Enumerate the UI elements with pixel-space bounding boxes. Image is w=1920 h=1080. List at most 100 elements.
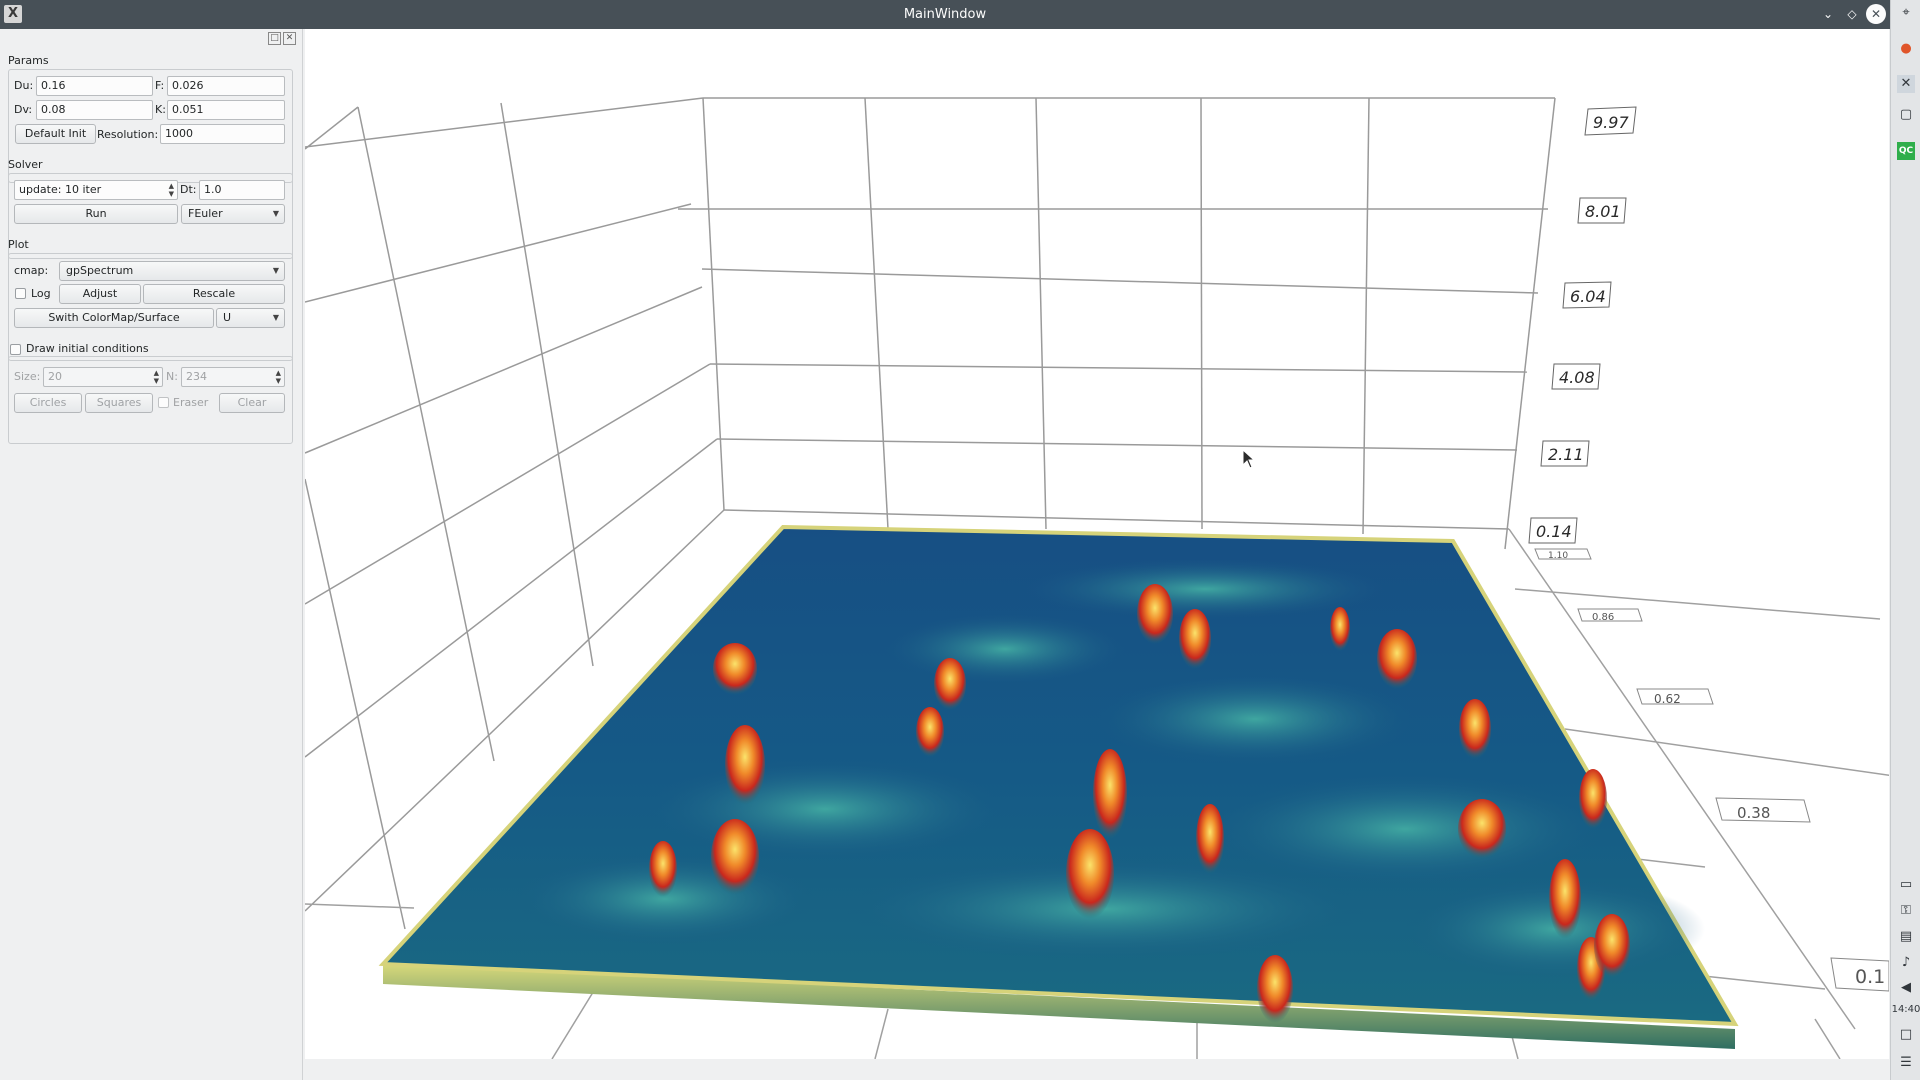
cmap-value: gpSpectrum (66, 264, 134, 277)
desktop-icon[interactable]: □ (1897, 1026, 1915, 1044)
cmap-label: cmap: (14, 264, 49, 277)
title-bar: X MainWindow ⌄ ◇ ✕ (0, 0, 1890, 29)
cmap-select[interactable]: gpSpectrum ▼ (59, 261, 285, 281)
window-title: MainWindow (903, 7, 987, 22)
dt-label: Dt: (180, 183, 197, 196)
adjust-button[interactable]: Adjust (59, 284, 141, 304)
du-input[interactable]: 0.16 (36, 76, 153, 96)
chevron-down-icon: ▼ (272, 209, 279, 218)
run-button[interactable]: Run (14, 204, 178, 224)
window-icon[interactable]: ▢ (1897, 106, 1915, 124)
diamond-icon: ◇ (1847, 7, 1857, 21)
solver-title: Solver (8, 158, 43, 171)
n-spinbox[interactable]: 234 ▲ ▼ (181, 367, 285, 387)
lock-icon[interactable]: ⚿ (1897, 902, 1915, 920)
dv-input[interactable]: 0.08 (36, 100, 153, 120)
z-tick-5: 0.14 (1528, 517, 1578, 544)
z-tick-1: 8.01 (1577, 197, 1627, 224)
display-icon[interactable]: ▭ (1897, 876, 1915, 894)
arrow-left-icon[interactable]: ◀ (1897, 979, 1915, 997)
size-label: Size: (14, 370, 41, 383)
firefox-icon[interactable]: ● (1897, 40, 1915, 58)
dock-float-button[interactable]: □ (268, 32, 281, 45)
maximize-button[interactable]: ◇ (1842, 4, 1862, 24)
k-label: K: (155, 103, 166, 116)
draw-initial-checkbox[interactable] (10, 344, 21, 355)
z-tick-0: 9.97 (1584, 106, 1637, 136)
y-tick-label: 0.1 (1855, 966, 1885, 988)
close-button[interactable]: ✕ (1866, 4, 1886, 24)
n-label: N: (166, 370, 178, 383)
circles-button[interactable]: Circles (14, 393, 82, 413)
spin-arrows-icon[interactable]: ▲ ▼ (276, 369, 281, 385)
z-tick-3: 4.08 (1551, 363, 1601, 390)
control-dock: □ ✕ Params Du: 0.16 F: 0.026 Dv: 0.08 K: … (0, 29, 303, 1080)
method-select[interactable]: FEuler ▼ (181, 204, 285, 224)
n-value: 234 (186, 370, 207, 383)
draw-group: Size: 20 ▲ ▼ N: 234 ▲ ▼ Circles Squares Er… (8, 356, 293, 444)
y-tick-4: 0.1 (1830, 957, 1889, 992)
minimize-button[interactable]: ⌄ (1818, 4, 1838, 24)
z-tick-label: 4.08 (1559, 368, 1595, 387)
chevron-down-icon: ▼ (272, 266, 279, 275)
field-select[interactable]: U ▼ (216, 308, 285, 328)
surface-plot-canvas[interactable]: 9.97 8.01 6.04 4.08 2.11 0.14 1.10 0.86 … (305, 29, 1889, 1059)
mouse-cursor-icon (1242, 449, 1256, 469)
system-taskbar: ⌖ ● ✕ ▢ QC ▭ ⚿ ▤ ♪ ◀ 14:40 □ ☰ (1890, 0, 1920, 1080)
z-tick-label: 9.97 (1593, 113, 1629, 132)
eraser-checkbox[interactable] (158, 397, 169, 408)
update-value: update: 10 iter (19, 183, 102, 196)
update-spinbox[interactable]: update: 10 iter ▲ ▼ (14, 180, 178, 200)
squares-button[interactable]: Squares (85, 393, 153, 413)
k-input[interactable]: 0.051 (167, 100, 285, 120)
solver-group: update: 10 iter ▲ ▼ Dt: 1.0 Run FEuler ▼ (8, 173, 293, 259)
log-label: Log (31, 287, 51, 300)
resolution-input[interactable]: 1000 (160, 124, 285, 144)
volume-icon[interactable]: ♪ (1897, 954, 1915, 972)
surface-mesh (378, 524, 1739, 1049)
log-checkbox[interactable] (15, 288, 26, 299)
draw-initial-label: Draw initial conditions (26, 342, 149, 355)
switch-colormap-surface-button[interactable]: Swith ColorMap/Surface (14, 308, 214, 328)
f-label: F: (155, 79, 165, 92)
y-tick-2: 0.62 (1636, 688, 1714, 706)
dt-input[interactable]: 1.0 (199, 180, 285, 200)
chevron-down-icon: ▼ (272, 313, 279, 322)
y-tick-1: 0.86 (1577, 608, 1643, 623)
dock-buttons: □ ✕ (266, 32, 296, 45)
default-init-button[interactable]: Default Init (15, 124, 96, 144)
network-icon[interactable]: ⌖ (1897, 4, 1915, 22)
x-app-icon[interactable]: ✕ (1897, 75, 1915, 93)
menu-icon[interactable]: ☰ (1897, 1054, 1915, 1072)
spin-arrows-icon[interactable]: ▲ ▼ (154, 369, 159, 385)
plot-title: Plot (8, 238, 29, 251)
z-axis-labels: 9.97 8.01 6.04 4.08 2.11 0.14 (1528, 106, 1637, 544)
surface-plot[interactable]: 9.97 8.01 6.04 4.08 2.11 0.14 1.10 0.86 … (305, 29, 1889, 1059)
spin-arrows-icon[interactable]: ▲ ▼ (169, 182, 174, 198)
clipboard-icon[interactable]: ▤ (1897, 928, 1915, 946)
z-tick-2: 6.04 (1562, 281, 1612, 309)
rescale-button[interactable]: Rescale (143, 284, 285, 304)
z-tick-4: 2.11 (1540, 440, 1590, 467)
field-value: U (223, 311, 232, 324)
y-tick-label: 0.38 (1737, 804, 1770, 822)
back-wall-grid (678, 97, 1556, 550)
z-tick-label: 6.04 (1570, 287, 1606, 306)
clock[interactable]: 14:40 (1891, 1004, 1920, 1015)
size-spinbox[interactable]: 20 ▲ ▼ (43, 367, 163, 387)
clear-button[interactable]: Clear (219, 393, 285, 413)
method-value: FEuler (188, 207, 223, 220)
y-tick-0: 1.10 (1534, 548, 1592, 561)
z-tick-label: 8.01 (1585, 202, 1621, 221)
params-group: Du: 0.16 F: 0.026 Dv: 0.08 K: 0.051 Defa… (8, 69, 293, 183)
eraser-label: Eraser (173, 396, 209, 409)
chevron-down-icon: ⌄ (1822, 7, 1834, 21)
dock-close-button[interactable]: ✕ (283, 32, 296, 45)
f-input[interactable]: 0.026 (167, 76, 285, 96)
z-tick-label: 0.14 (1536, 522, 1572, 541)
y-tick-label: 1.10 (1548, 551, 1568, 561)
du-label: Du: (14, 79, 34, 92)
size-value: 20 (48, 370, 62, 383)
qc-app-icon[interactable]: QC (1897, 142, 1915, 160)
y-tick-label: 0.62 (1654, 692, 1681, 706)
